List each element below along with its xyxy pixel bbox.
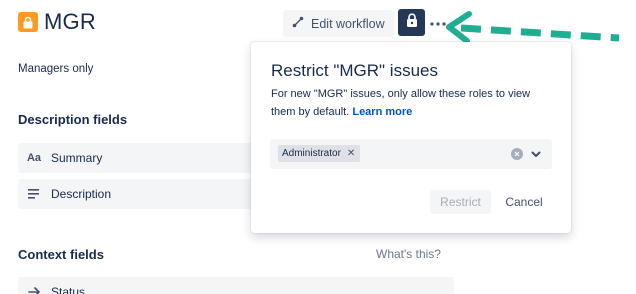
restrict-button[interactable]: Restrict	[430, 190, 491, 214]
field-label: Summary	[51, 151, 103, 165]
paragraph-icon	[27, 189, 41, 199]
field-row-summary[interactable]: Aa Summary	[18, 143, 288, 173]
description-fields-heading: Description fields	[18, 112, 128, 127]
edit-workflow-label: Edit workflow	[311, 16, 385, 31]
restrict-issues-dialog: Restrict "MGR" issues For new "MGR" issu…	[251, 42, 571, 233]
issue-type-lock-icon	[18, 12, 38, 32]
clear-icon[interactable]	[511, 148, 523, 160]
arrow-right-icon	[27, 287, 41, 294]
field-label: Status	[51, 285, 86, 294]
role-tag: Administrator ✕	[278, 145, 361, 162]
field-row-description[interactable]: Description	[18, 179, 288, 209]
context-fields-heading: Context fields	[18, 247, 104, 262]
edit-workflow-button[interactable]: Edit workflow	[283, 10, 394, 37]
role-tag-label: Administrator	[282, 148, 341, 159]
page-title: MGR	[44, 9, 96, 34]
screen-subtitle: Managers only	[18, 63, 94, 75]
text-format-icon: Aa	[26, 152, 42, 164]
restrict-issues-button[interactable]	[398, 9, 425, 36]
field-label: Description	[51, 187, 112, 201]
roles-select[interactable]: Administrator ✕	[270, 139, 552, 169]
chevron-down-icon[interactable]	[529, 147, 543, 166]
dialog-description: For new "MGR" issues, only allow these r…	[271, 85, 556, 121]
dialog-title: Restrict "MGR" issues	[271, 61, 438, 80]
remove-tag-icon[interactable]: ✕	[347, 148, 355, 159]
whats-this-link[interactable]: What's this?	[376, 247, 441, 261]
more-icon	[430, 13, 446, 31]
workflow-icon	[292, 16, 304, 31]
learn-more-link[interactable]: Learn more	[352, 106, 412, 118]
lock-icon	[406, 13, 418, 32]
cancel-button[interactable]: Cancel	[498, 190, 550, 214]
field-row-status[interactable]: Status	[18, 277, 454, 294]
issue-type-screen: MGR Edit workflow Managers only Descript…	[0, 0, 636, 294]
